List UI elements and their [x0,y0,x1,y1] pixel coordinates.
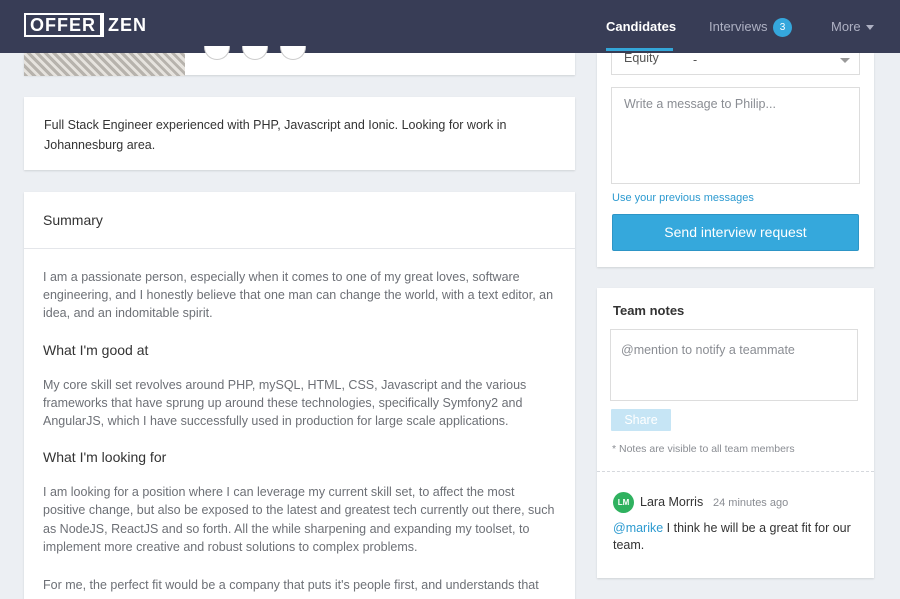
good-at-heading: What I'm good at [43,341,149,358]
chevron-down-icon [865,25,874,31]
note-timestamp: 24 minutes ago [713,497,789,509]
logo-part-zen: ZEN [102,13,151,37]
divider [597,471,874,472]
chevron-down-icon [840,58,850,63]
message-placeholder: Write a message to Philip... [624,97,776,111]
previous-messages-link[interactable]: Use your previous messages [612,192,754,204]
mention-link[interactable]: @marike [613,521,663,535]
perfect-fit-text: For me, the perfect fit would be a compa… [43,578,539,593]
send-interview-request-button[interactable]: Send interview request [612,214,859,251]
team-notes-title: Team notes [613,303,685,318]
share-button[interactable]: Share [611,409,671,431]
looking-for-heading: What I'm looking for [43,449,167,466]
profile-photo [24,53,185,76]
nav-candidates[interactable]: Candidates [606,19,676,34]
offerzen-logo[interactable]: OFFER ZEN [24,13,151,37]
looking-for-text: I am looking for a position where I can … [43,485,555,554]
about-text: Full Stack Engineer experienced with PHP… [44,118,507,152]
summary-intro: I am a passionate person, especially whe… [43,270,554,321]
avatar: LM [613,492,634,513]
equity-value: - [693,53,698,67]
team-note-input[interactable]: @mention to notify a teammate [610,329,858,401]
summary-card: Summary I am a passionate person, especi… [24,192,575,599]
nav-more-label: More [831,19,861,34]
note-author[interactable]: Lara Morris [640,495,703,509]
team-note-placeholder: @mention to notify a teammate [621,343,795,357]
summary-title: Summary [24,192,575,249]
note-text: @marike I think he will be a great fit f… [613,520,853,554]
notes-visibility-hint: * Notes are visible to all team members [612,443,795,455]
interviews-count-badge: 3 [773,18,792,37]
message-input[interactable]: Write a message to Philip... [611,87,860,184]
profile-about: Full Stack Engineer experienced with PHP… [24,97,575,170]
nav-interviews[interactable]: Interviews [709,19,768,34]
logo-part-offer: OFFER [24,13,102,37]
equity-label: Equity [624,51,659,65]
nav-more-menu[interactable]: More [831,19,874,34]
good-at-text: My core skill set revolves around PHP, m… [43,377,527,429]
